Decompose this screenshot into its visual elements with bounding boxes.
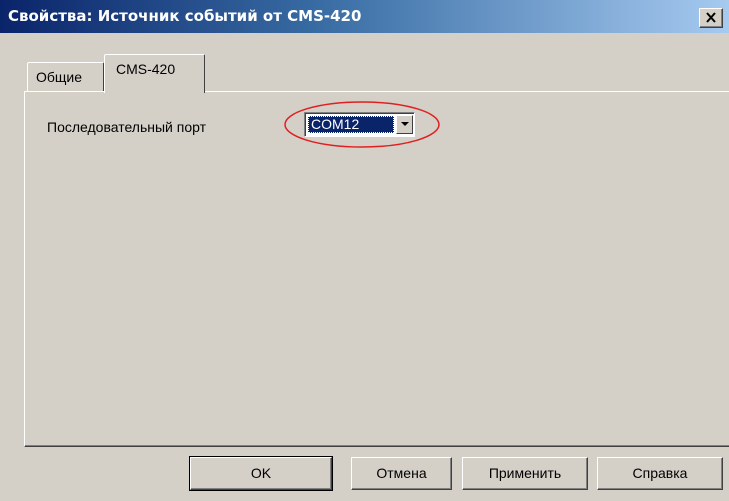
serial-port-select[interactable]: COM12 xyxy=(304,112,415,137)
serial-port-label: Последовательный порт xyxy=(47,119,207,135)
ok-button[interactable]: OK xyxy=(189,456,333,491)
help-button[interactable]: Справка xyxy=(597,457,723,490)
close-icon xyxy=(706,12,716,23)
chevron-down-icon xyxy=(401,122,409,126)
properties-dialog: Свойства: Источник событий от CMS-420 Об… xyxy=(0,0,729,501)
serial-port-value[interactable]: COM12 xyxy=(308,116,394,133)
tab-cms-420-label: CMS-420 xyxy=(116,61,176,77)
cancel-button[interactable]: Отмена xyxy=(351,457,452,490)
title-bar[interactable]: Свойства: Источник событий от CMS-420 xyxy=(0,0,729,33)
window-title: Свойства: Источник событий от CMS-420 xyxy=(8,7,362,25)
tab-cms-420[interactable]: CMS-420 xyxy=(104,54,205,93)
apply-button[interactable]: Применить xyxy=(462,457,588,490)
serial-port-dropdown-button[interactable] xyxy=(396,115,413,134)
tab-panel-cms-420 xyxy=(24,91,729,447)
tab-general[interactable]: Общие xyxy=(27,62,104,91)
close-button[interactable] xyxy=(699,8,723,28)
tab-general-label: Общие xyxy=(36,69,83,85)
